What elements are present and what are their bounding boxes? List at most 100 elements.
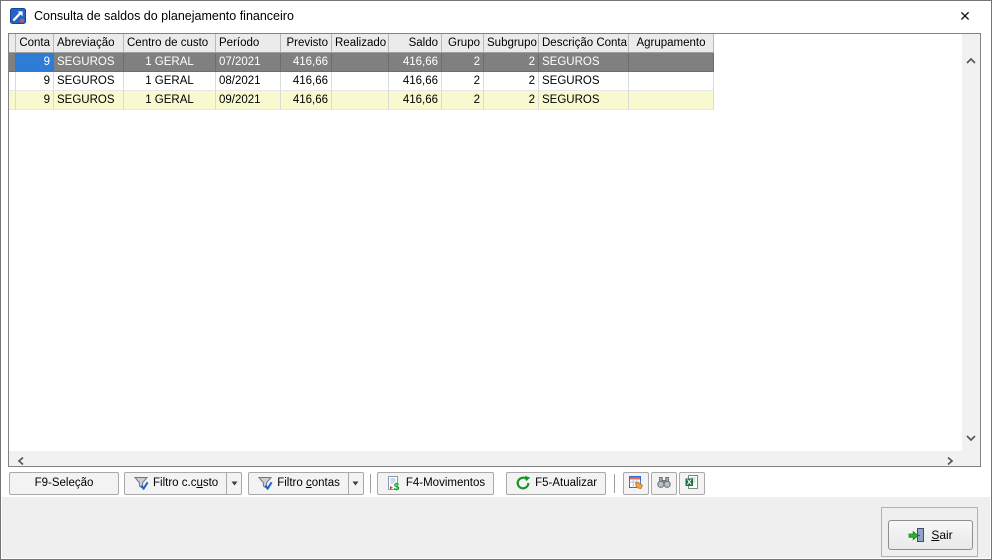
sair-button[interactable]: Sair (888, 520, 973, 550)
column-header-abreviacao[interactable]: Abreviação (54, 34, 124, 53)
document-dollar-icon: $ (386, 475, 402, 491)
scrollbar-corner (962, 451, 980, 466)
grid-panel: Conta Abreviação Centro de custo Período Pre… (8, 33, 981, 467)
grid-cell-realizado[interactable] (332, 72, 389, 91)
button-label: Filtro c.custo (153, 477, 219, 489)
f4-movimentos-button[interactable]: $ F4-Movimentos (376, 471, 495, 495)
row-indicator[interactable] (9, 53, 16, 72)
column-header-previsto[interactable]: Previsto (281, 34, 332, 53)
column-header-grupo[interactable]: Grupo (442, 34, 484, 53)
button-label: Filtro contas (277, 477, 340, 489)
f9-selecao-button[interactable]: F9-Seleção (9, 471, 119, 495)
filtro-contas-dropdown[interactable] (348, 471, 364, 495)
column-header-descricao[interactable]: Descrição Conta (539, 34, 629, 53)
button-label: F4-Movimentos (405, 477, 486, 489)
grid-cell-periodo[interactable]: 07/2021 (216, 53, 281, 72)
grid-cell-saldo[interactable]: 416,66 (389, 53, 442, 72)
grid-cell-grupo[interactable]: 2 (442, 53, 484, 72)
grid-cell-periodo[interactable]: 09/2021 (216, 91, 281, 110)
grid-header-row: Conta Abreviação Centro de custo Período Pre… (9, 34, 714, 53)
grid-cell-abreviacao[interactable]: SEGUROS (54, 53, 124, 72)
column-header-periodo[interactable]: Período (216, 34, 281, 53)
grid-cell-descricao[interactable]: SEGUROS (539, 53, 629, 72)
filtro-ccusto-button[interactable]: Filtro c.custo (124, 471, 228, 495)
grid-cell-subgrupo[interactable]: 2 (484, 91, 539, 110)
column-header-realizado[interactable]: Realizado (332, 34, 389, 53)
close-icon[interactable]: ✕ (952, 5, 978, 27)
column-header-saldo[interactable]: Saldo (389, 34, 442, 53)
table-row[interactable]: 9 SEGUROS 1 GERAL 08/2021 416,66 416,66 2 2 SEGU… (9, 72, 714, 91)
dropdown-arrow-icon (352, 477, 359, 489)
grid-cell-centro[interactable]: 1 GERAL (124, 53, 216, 72)
refresh-icon (515, 475, 531, 491)
table-row[interactable]: 9 SEGUROS 1 GERAL 09/2021 416,66 416,66 2 2 SEGU… (9, 91, 714, 110)
button-label: F9-Seleção (34, 477, 94, 489)
svg-text:$: $ (394, 482, 400, 491)
app-window: Consulta de saldos do planejamento finan… (0, 0, 992, 560)
grid-cell-realizado[interactable] (332, 53, 389, 72)
toolbar: F9-Seleção Filtro c.custo Filtro contas … (8, 470, 984, 496)
scroll-left-icon[interactable] (17, 455, 25, 466)
grid-cell-subgrupo[interactable]: 2 (484, 53, 539, 72)
grid-cell-previsto[interactable]: 416,66 (281, 72, 332, 91)
filtro-ccusto-dropdown[interactable] (227, 471, 243, 495)
title-bar: Consulta de saldos do planejamento finan… (1, 1, 991, 31)
grid-hand-icon (628, 474, 644, 493)
grid-cell-centro[interactable]: 1 GERAL (124, 91, 216, 110)
exit-panel: Sair (881, 507, 978, 557)
grid-hand-button[interactable] (623, 471, 650, 495)
toolbar-separator (614, 473, 616, 493)
grid-cell-saldo[interactable]: 416,66 (389, 72, 442, 91)
scroll-up-icon[interactable] (965, 54, 977, 68)
grid-cell-grupo[interactable]: 2 (442, 91, 484, 110)
grid-cell-agrupamento[interactable] (629, 53, 714, 72)
svg-text:X: X (687, 477, 692, 486)
grid-cell-subgrupo[interactable]: 2 (484, 72, 539, 91)
filter-icon (257, 475, 273, 491)
grid-cell-conta[interactable]: 9 (16, 91, 54, 110)
button-label: F5-Atualizar (535, 477, 598, 489)
button-label: Sair (931, 528, 953, 542)
dropdown-arrow-icon (231, 477, 238, 489)
grid-cell-conta[interactable]: 9 (16, 72, 54, 91)
row-indicator[interactable] (9, 91, 16, 110)
search-button[interactable] (651, 471, 678, 495)
horizontal-scrollbar[interactable] (9, 451, 962, 466)
grid-cell-agrupamento[interactable] (629, 72, 714, 91)
grid-cell-abreviacao[interactable]: SEGUROS (54, 72, 124, 91)
grid-cell-abreviacao[interactable]: SEGUROS (54, 91, 124, 110)
app-icon (10, 8, 26, 24)
filter-icon (133, 475, 149, 491)
column-header-agrupamento[interactable]: Agrupamento (629, 34, 714, 53)
grid-cell-periodo[interactable]: 08/2021 (216, 72, 281, 91)
vertical-scrollbar[interactable] (962, 34, 980, 451)
filtro-contas-button[interactable]: Filtro contas (248, 471, 349, 495)
grid-cell-centro[interactable]: 1 GERAL (124, 72, 216, 91)
column-header-centro[interactable]: Centro de custo (124, 34, 216, 53)
indicator-column-header (9, 34, 16, 53)
excel-icon: X (684, 474, 700, 493)
filtro-contas-group: Filtro contas (248, 471, 364, 495)
f5-atualizar-button[interactable]: F5-Atualizar (506, 471, 607, 495)
data-grid: Conta Abreviação Centro de custo Período Pre… (9, 34, 714, 110)
grid-cell-conta[interactable]: 9 (16, 53, 54, 72)
grid-cell-previsto[interactable]: 416,66 (281, 91, 332, 110)
toolbar-separator (369, 473, 371, 493)
grid-cell-previsto[interactable]: 416,66 (281, 53, 332, 72)
grid-rows: 9 SEGUROS 1 GERAL 07/2021 416,66 416,66 2 2 SEGU… (9, 53, 714, 110)
grid-cell-saldo[interactable]: 416,66 (389, 91, 442, 110)
grid-cell-grupo[interactable]: 2 (442, 72, 484, 91)
exit-door-icon (908, 527, 925, 543)
column-header-conta[interactable]: Conta (16, 34, 54, 53)
scroll-down-icon[interactable] (965, 431, 977, 445)
row-indicator[interactable] (9, 72, 16, 91)
binoculars-icon (656, 474, 672, 493)
grid-cell-realizado[interactable] (332, 91, 389, 110)
scroll-right-icon[interactable] (946, 455, 954, 466)
table-row[interactable]: 9 SEGUROS 1 GERAL 07/2021 416,66 416,66 2 2 SEGU… (9, 53, 714, 72)
excel-export-button[interactable]: X (679, 471, 706, 495)
grid-cell-agrupamento[interactable] (629, 91, 714, 110)
grid-cell-descricao[interactable]: SEGUROS (539, 72, 629, 91)
grid-cell-descricao[interactable]: SEGUROS (539, 91, 629, 110)
column-header-subgrupo[interactable]: Subgrupo (484, 34, 539, 53)
